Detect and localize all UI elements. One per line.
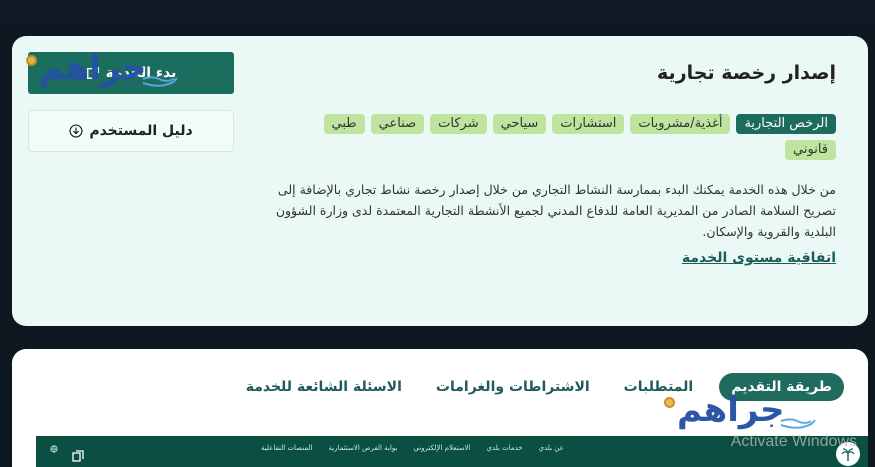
- tag-companies[interactable]: شركات: [430, 114, 487, 134]
- browser-top-strip: [0, 0, 875, 28]
- hand-icon: [780, 418, 816, 429]
- tag-legal[interactable]: قانوني: [785, 140, 836, 160]
- watermark-logo-text: جراهم: [39, 48, 147, 88]
- tag-consulting[interactable]: استشارات: [552, 114, 625, 134]
- tag-food-beverages[interactable]: أغذية/مشروبات: [630, 114, 731, 134]
- watermark-logo-bottom: جراهم: [664, 387, 817, 433]
- copy-icon[interactable]: [72, 450, 84, 462]
- globe-icon: [50, 445, 58, 453]
- tag-commercial-licenses[interactable]: الرخص التجارية: [736, 114, 836, 134]
- embedded-nav-item: المنصات التفاعلية: [261, 444, 313, 452]
- category-tags: الرخص التجارية أغذية/مشروبات استشارات سي…: [276, 114, 836, 160]
- download-circle-icon: [69, 124, 83, 138]
- coin-icon: [26, 54, 37, 66]
- coin-icon: [664, 396, 675, 408]
- sla-link[interactable]: اتفاقية مستوى الخدمة: [682, 250, 836, 266]
- user-guide-label: دليل المستخدم: [89, 123, 193, 139]
- tag-tourism[interactable]: سياحي: [492, 114, 547, 134]
- tag-medical[interactable]: طبي: [323, 114, 365, 134]
- watermark-logo-top: جراهم: [26, 45, 179, 91]
- tab-conditions-and-fines[interactable]: الاشتراطات والغرامات: [428, 375, 598, 399]
- service-title: إصدار رخصة تجارية: [657, 62, 836, 84]
- embedded-nav-item: الاستعلام الإلكتروني: [413, 444, 471, 452]
- embedded-nav-item: خدمات بلدي: [486, 444, 523, 452]
- user-guide-button[interactable]: دليل المستخدم: [28, 110, 234, 152]
- tab-faq[interactable]: الاسئلة الشائعة للخدمة: [238, 375, 410, 399]
- activate-windows-watermark: Activate Windows: [730, 433, 857, 450]
- hand-icon: [142, 76, 178, 87]
- embedded-nav-item: بوابة الفرص الاستثمارية: [328, 444, 398, 452]
- service-description: من خلال هذه الخدمة يمكنك البدء بممارسة ا…: [275, 182, 836, 239]
- tag-industrial[interactable]: صناعي: [370, 114, 425, 134]
- embedded-portal-nav: عن بلدي خدمات بلدي الاستعلام الإلكتروني …: [261, 444, 564, 452]
- watermark-logo-text: جراهم: [677, 390, 785, 430]
- embedded-nav-item: عن بلدي: [538, 444, 564, 452]
